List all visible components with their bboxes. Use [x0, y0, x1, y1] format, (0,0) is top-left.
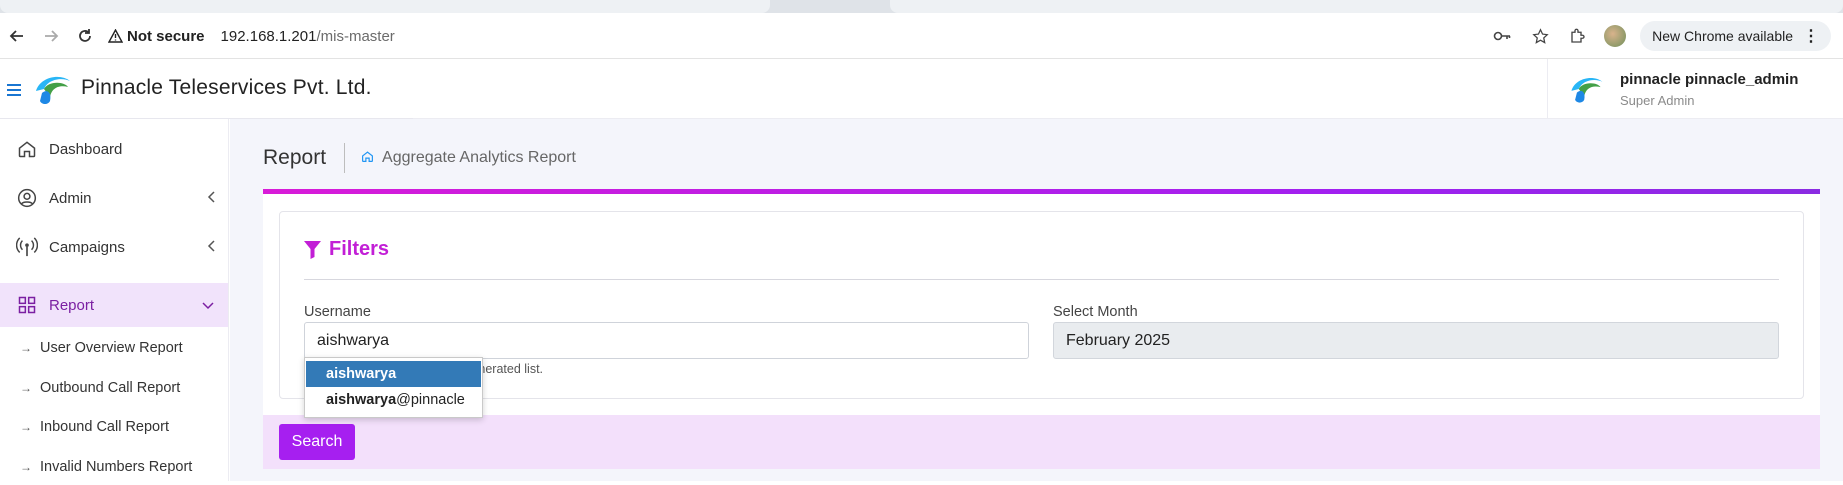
grid-icon	[16, 294, 38, 316]
sidebar: Dashboard Admin Campaigns Report → User …	[0, 119, 229, 481]
username-autocomplete-list: aishwarya aishwarya @pinnacle	[304, 357, 483, 418]
user-menu[interactable]: pinnacle pinnacle_admin Super Admin	[1547, 59, 1843, 119]
key-icon[interactable]	[1490, 24, 1514, 48]
chevron-left-icon	[207, 239, 215, 256]
month-label: Select Month	[1053, 304, 1138, 320]
sidebar-item-admin[interactable]: Admin	[0, 176, 229, 220]
sidebar-subitem-label: Inbound Call Report	[40, 419, 169, 435]
sidebar-item-label: Report	[49, 296, 95, 314]
address-bar[interactable]: Not secure 192.168.1.201/mis-master	[108, 19, 395, 53]
more-vert-icon: ⋮	[1803, 28, 1819, 45]
url-path: /mis-master	[316, 27, 395, 45]
user-name: pinnacle pinnacle_admin	[1620, 71, 1799, 88]
warning-icon	[108, 29, 123, 43]
sidebar-subitem-outbound[interactable]: → Outbound Call Report	[0, 370, 229, 406]
card-footer: Search	[263, 415, 1820, 469]
back-icon[interactable]	[0, 19, 34, 53]
arrow-right-icon: →	[20, 460, 32, 474]
arrow-right-icon: →	[20, 420, 32, 434]
option-rest-text: @pinnacle	[396, 392, 465, 408]
search-button[interactable]: Search	[279, 424, 355, 460]
hamburger-menu-icon[interactable]	[7, 80, 21, 101]
home-icon	[16, 138, 38, 160]
filters-title: Filters	[329, 238, 390, 260]
header-separator	[344, 143, 346, 173]
arrow-right-icon: →	[20, 381, 32, 395]
sidebar-subitem-label: Invalid Numbers Report	[40, 459, 193, 475]
update-label: New Chrome available	[1652, 28, 1793, 44]
sidebar-subitem-invalid-numbers[interactable]: → Invalid Numbers Report	[0, 449, 229, 485]
browser-tab[interactable]	[0, 0, 770, 13]
app-header: Pinnacle Teleservices Pvt. Ltd. pinnacle…	[0, 59, 1843, 119]
home-icon[interactable]	[361, 150, 374, 166]
broadcast-icon	[16, 236, 38, 258]
filter-icon	[304, 240, 321, 259]
profile-avatar[interactable]	[1604, 25, 1627, 47]
filters-heading: Filters	[304, 238, 389, 261]
page-title: Report	[263, 146, 327, 169]
main-content: Report Aggregate Analytics Report Filter…	[230, 119, 1843, 481]
breadcrumb[interactable]: Aggregate Analytics Report	[382, 149, 576, 167]
browser-tab-strip	[0, 0, 1843, 13]
security-indicator[interactable]: Not secure	[108, 28, 205, 45]
bookmark-star-icon[interactable]	[1528, 24, 1552, 48]
username-label: Username	[304, 304, 371, 320]
card-accent-bar	[263, 189, 1820, 194]
sidebar-item-dashboard[interactable]: Dashboard	[0, 127, 229, 171]
chrome-update-button[interactable]: New Chrome available ⋮	[1640, 21, 1831, 51]
user-role: Super Admin	[1620, 93, 1695, 108]
username-input[interactable]: aishwarya	[304, 322, 1029, 359]
sidebar-item-campaigns[interactable]: Campaigns	[0, 225, 229, 269]
sidebar-subitem-label: User Overview Report	[40, 340, 183, 356]
sidebar-item-label: Dashboard	[49, 140, 123, 158]
sidebar-subitem-user-overview[interactable]: → User Overview Report	[0, 330, 229, 366]
extensions-icon[interactable]	[1566, 24, 1590, 48]
reload-icon[interactable]	[68, 19, 102, 53]
option-match-text: aishwarya	[326, 392, 397, 408]
sidebar-subitem-label: Outbound Call Report	[40, 380, 181, 396]
user-avatar-icon	[1571, 78, 1603, 103]
browser-toolbar: Not secure 192.168.1.201/mis-master New …	[0, 13, 1843, 59]
chevron-left-icon	[207, 190, 215, 207]
filters-panel: Filters Username aishwarya a user from a…	[279, 211, 1804, 399]
autocomplete-option[interactable]: aishwarya @pinnacle	[306, 387, 481, 413]
report-card: Filters Username aishwarya a user from a…	[263, 189, 1820, 469]
arrow-right-icon: →	[20, 341, 32, 355]
browser-tab[interactable]	[890, 0, 1843, 13]
company-logo-icon	[36, 76, 70, 104]
chevron-down-icon	[202, 297, 214, 314]
url-host: 192.168.1.201	[220, 27, 317, 45]
sidebar-item-label: Admin	[49, 189, 92, 207]
page-header: Report Aggregate Analytics Report	[263, 143, 576, 173]
sidebar-item-report[interactable]: Report	[0, 283, 228, 327]
autocomplete-option[interactable]: aishwarya	[306, 361, 481, 387]
option-match-text: aishwarya	[326, 366, 397, 382]
sidebar-subitem-inbound[interactable]: → Inbound Call Report	[0, 409, 229, 445]
user-circle-icon	[16, 187, 38, 209]
month-input[interactable]: February 2025	[1053, 322, 1779, 359]
sidebar-item-label: Campaigns	[49, 238, 125, 256]
brand-name: Pinnacle Teleservices Pvt. Ltd.	[81, 76, 372, 99]
forward-icon[interactable]	[34, 19, 68, 53]
security-label: Not secure	[127, 27, 205, 45]
filters-divider	[304, 279, 1779, 280]
